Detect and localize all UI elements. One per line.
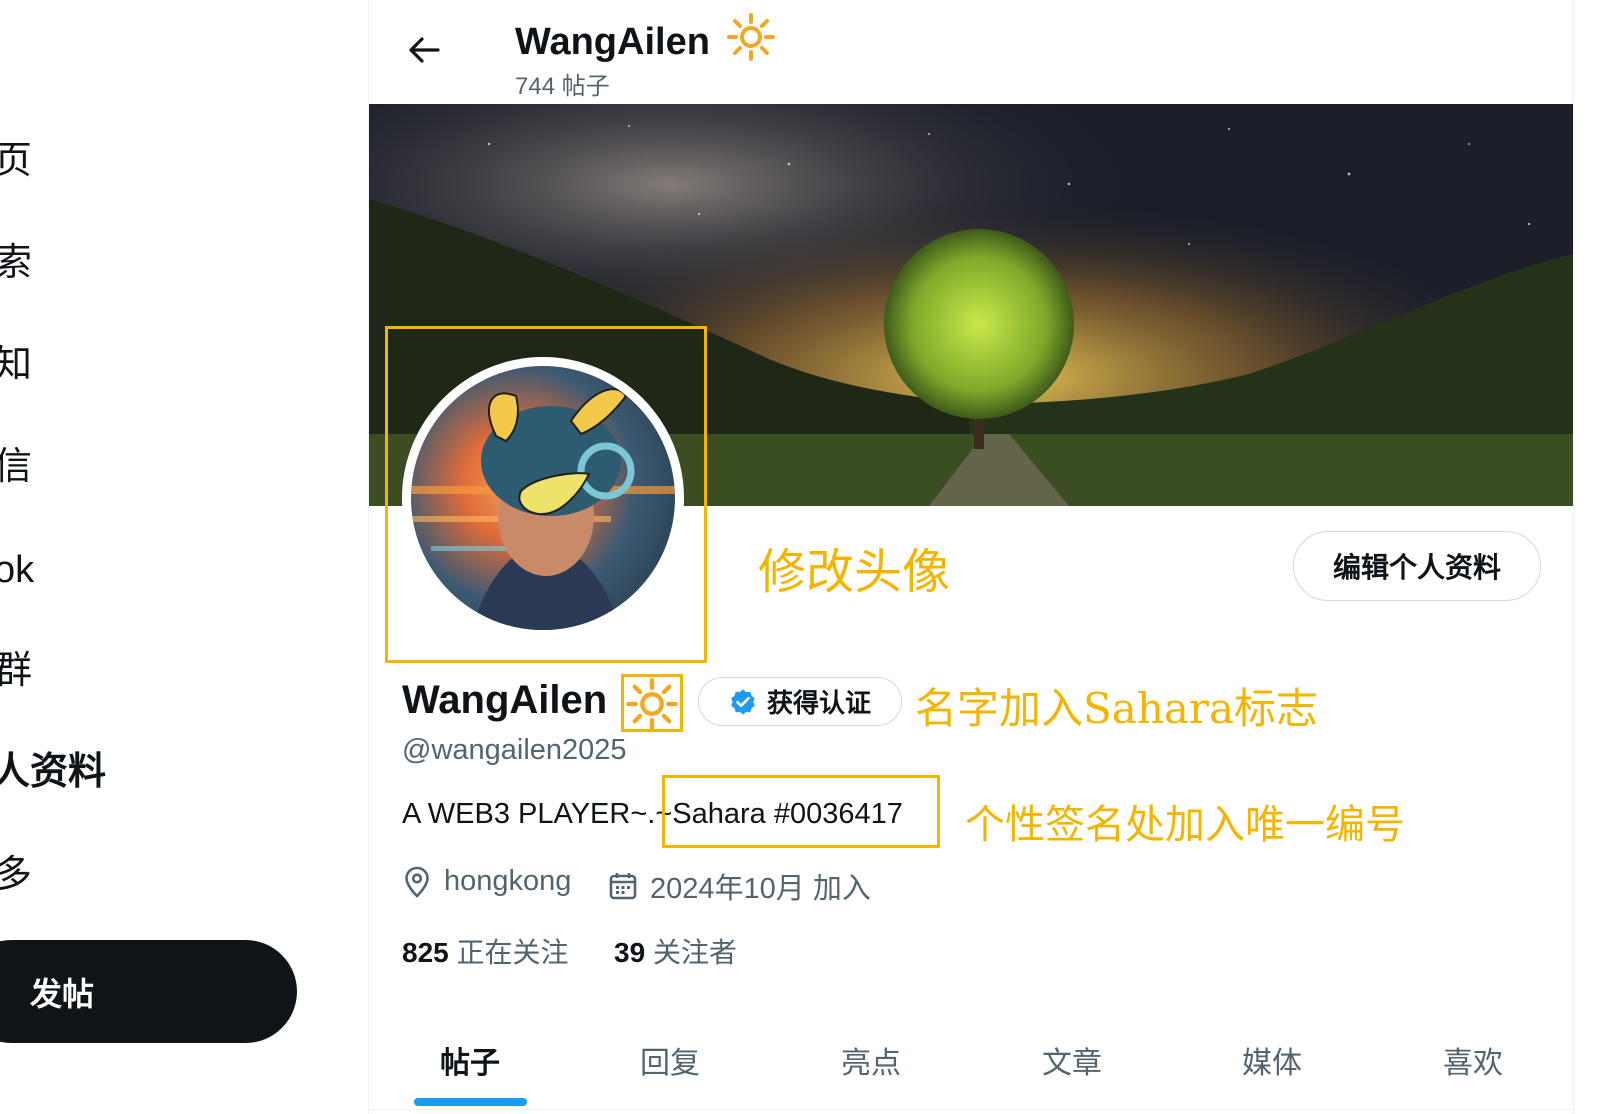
edit-profile-button[interactable]: 编辑个人资料 <box>1293 531 1541 601</box>
nav-item-messages[interactable]: 信 <box>0 448 32 486</box>
header-title-row: WangAilen <box>515 12 776 64</box>
annotation-bio: 个性签名处加入唯一编号 <box>965 802 1405 848</box>
nav-item-home[interactable]: 页 <box>0 142 32 180</box>
bio-highlight-box <box>662 775 940 848</box>
following-link[interactable]: 825 正在关注 <box>402 931 569 971</box>
nav-item-notifications[interactable]: 知 <box>0 346 32 384</box>
get-verified-button[interactable]: 获得认证 <box>698 677 902 726</box>
active-tab-indicator <box>414 1098 527 1106</box>
tab-media[interactable]: 媒体 <box>1242 1038 1302 1082</box>
calendar-icon <box>609 873 637 900</box>
verified-check-icon <box>731 689 755 714</box>
followers-count: 39 <box>614 937 646 968</box>
joined-text: 2024年10月 加入 <box>650 873 871 905</box>
sun-highlight-box <box>621 674 683 732</box>
nav-item-more[interactable]: 多 <box>0 856 32 894</box>
back-arrow-icon[interactable] <box>404 30 444 70</box>
following-label: 正在关注 <box>456 937 569 968</box>
bio-prefix: A WEB3 PLAYER~.~ <box>402 798 673 830</box>
nav-item-communities[interactable]: 群 <box>0 652 32 690</box>
column-border-right <box>1573 0 1574 1114</box>
header-title: WangAilen <box>515 21 710 63</box>
tab-posts[interactable]: 帖子 <box>440 1038 500 1082</box>
post-button-label: 发帖 <box>30 975 95 1012</box>
tab-likes[interactable]: 喜欢 <box>1443 1038 1503 1082</box>
avatar-highlight-box <box>385 326 707 663</box>
tab-articles[interactable]: 文章 <box>1042 1038 1102 1082</box>
profile-handle: @wangailen2025 <box>402 734 627 766</box>
sun-icon <box>626 678 678 730</box>
header-post-count: 744 帖子 <box>515 73 610 100</box>
profile-display-name: WangAilen <box>402 678 608 722</box>
location-pin-icon <box>405 866 429 898</box>
annotation-name: 名字加入Sahara标志 <box>915 684 1319 733</box>
tabs-divider <box>369 1109 1573 1110</box>
profile-joined: 2024年10月 加入 <box>608 865 871 907</box>
sun-icon <box>727 13 776 61</box>
post-button[interactable]: 发帖 <box>0 940 297 1043</box>
annotation-avatar: 修改头像 <box>758 544 951 600</box>
tab-replies[interactable]: 回复 <box>640 1038 700 1082</box>
profile-location: hongkong <box>402 865 571 898</box>
followers-link[interactable]: 39 关注者 <box>614 931 737 971</box>
edit-profile-label: 编辑个人资料 <box>1332 552 1501 583</box>
tab-highlights[interactable]: 亮点 <box>841 1038 901 1082</box>
nav-item-explore[interactable]: 索 <box>0 244 32 282</box>
nav-item-grok[interactable]: ok <box>0 551 34 589</box>
following-count: 825 <box>402 937 449 968</box>
followers-label: 关注者 <box>652 937 737 968</box>
get-verified-label: 获得认证 <box>766 688 871 718</box>
location-text: hongkong <box>444 865 572 897</box>
nav-item-profile[interactable]: 人资料 <box>0 753 106 791</box>
